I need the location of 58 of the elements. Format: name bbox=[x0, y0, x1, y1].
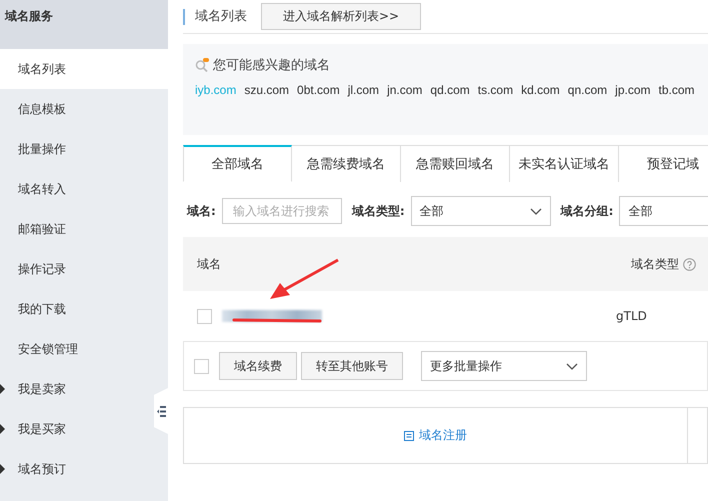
sidebar-item[interactable]: 批量操作 bbox=[0, 129, 154, 169]
dropdown[interactable]: 全部 bbox=[410, 196, 551, 226]
filter-label: 域名: bbox=[186, 202, 216, 220]
help-icon[interactable] bbox=[683, 258, 696, 270]
document-icon bbox=[404, 430, 414, 440]
domain-link[interactable]: qd.com bbox=[430, 83, 470, 97]
domain-link[interactable]: kd.com bbox=[521, 83, 560, 97]
sidebar-item[interactable]: 域名列表 bbox=[0, 49, 168, 89]
tab[interactable]: 预登记域 bbox=[619, 145, 708, 182]
column-header: 域名类型 bbox=[631, 256, 679, 272]
register-link[interactable]: 域名注册 bbox=[184, 408, 688, 463]
sidebar-item[interactable]: 邮箱验证 bbox=[0, 209, 154, 249]
domain-link[interactable]: qn.com bbox=[568, 83, 608, 97]
sidebar-item[interactable]: 域名预订 bbox=[0, 449, 154, 489]
tab[interactable]: 未实名认证域名 bbox=[510, 145, 619, 182]
domain-link[interactable]: jn.com bbox=[387, 83, 422, 97]
suggest-title: 您可能感兴趣的域名 bbox=[213, 57, 330, 74]
domain-link[interactable]: 0bt.com bbox=[297, 83, 340, 97]
domain-link[interactable]: ts.com bbox=[478, 83, 514, 97]
dropdown-value: 全部 bbox=[628, 202, 652, 220]
checkbox[interactable] bbox=[194, 358, 209, 374]
collapse-icon bbox=[156, 406, 166, 416]
domain-link[interactable]: jp.com bbox=[615, 83, 650, 97]
sidebar-item[interactable]: 我是买家 bbox=[0, 409, 154, 449]
tab[interactable]: 急需赎回域名 bbox=[401, 145, 510, 182]
filter-label: 域名类型: bbox=[350, 202, 405, 220]
sidebar-item[interactable]: 我的下载 bbox=[0, 289, 154, 329]
batch-button[interactable]: 域名续费 bbox=[219, 352, 297, 380]
dropdown[interactable]: 更多批量操作 bbox=[421, 351, 587, 381]
sidebar-item[interactable]: 我是卖家 bbox=[0, 369, 154, 409]
search-field[interactable]: 输入域名进行搜索 bbox=[222, 198, 342, 224]
dropdown[interactable]: 全部 bbox=[619, 196, 708, 226]
sidebar-title: 域名服务 bbox=[0, 0, 168, 49]
page-title: 域名列表 bbox=[183, 8, 247, 24]
search-icon bbox=[195, 58, 209, 72]
dropdown-value: 全部 bbox=[420, 202, 444, 220]
sidebar-item[interactable]: 操作记录 bbox=[0, 249, 154, 289]
tab[interactable]: 全部域名 bbox=[183, 145, 292, 182]
chevron-down-icon bbox=[566, 362, 578, 370]
column-header: 域名 bbox=[196, 256, 222, 272]
filter-label: 域名分组: bbox=[559, 202, 614, 220]
expand-triangle-icon bbox=[0, 464, 5, 474]
expand-triangle-icon bbox=[0, 424, 5, 434]
checkbox[interactable] bbox=[197, 308, 212, 324]
sidebar-item[interactable]: 安全锁管理 bbox=[0, 329, 154, 369]
chevron-down-icon bbox=[530, 208, 542, 214]
sidebar-item[interactable]: 信息模板 bbox=[0, 89, 154, 129]
domain-link[interactable]: jl.com bbox=[348, 83, 380, 97]
expand-triangle-icon bbox=[0, 384, 5, 394]
dns-list-button[interactable]: 进入域名解析列表>> bbox=[261, 3, 421, 30]
dropdown-value: 更多批量操作 bbox=[430, 358, 502, 374]
batch-button[interactable]: 转至其他账号 bbox=[301, 352, 403, 380]
sidebar-item[interactable]: 域名转入 bbox=[0, 169, 154, 209]
tab[interactable]: 急需续费域名 bbox=[292, 145, 401, 182]
collapse-handle[interactable] bbox=[154, 388, 168, 434]
table-cell: gTLD bbox=[616, 309, 647, 323]
domain-link[interactable]: szu.com bbox=[244, 83, 290, 97]
domain-link[interactable]: tb.com bbox=[658, 83, 695, 97]
